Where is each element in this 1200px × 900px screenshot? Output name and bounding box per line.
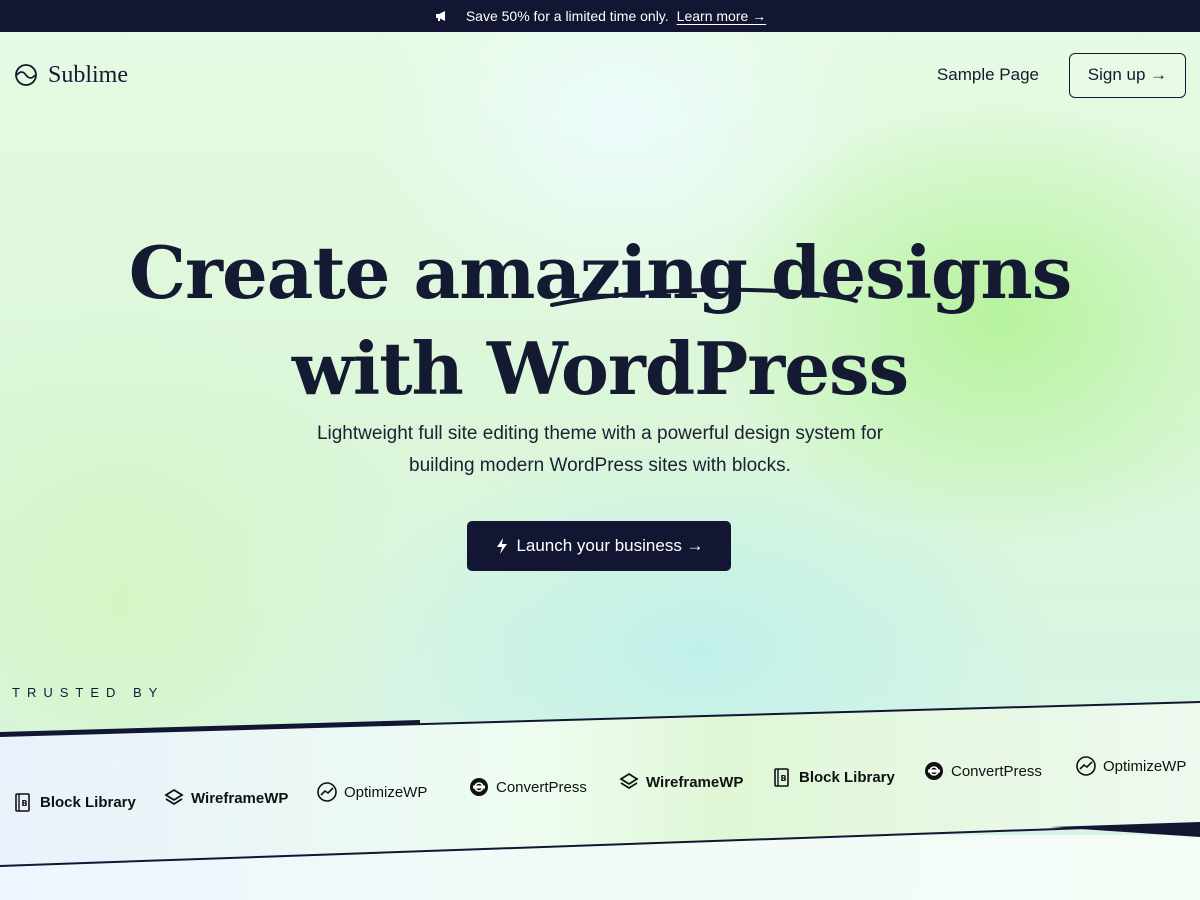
layers-icon	[618, 771, 640, 793]
lightning-icon	[494, 537, 510, 555]
megaphone-icon	[434, 8, 450, 24]
logo-label: WireframeWP	[646, 773, 744, 791]
underline-scribble	[550, 287, 858, 307]
convert-icon	[468, 776, 490, 798]
svg-text:B: B	[781, 774, 787, 783]
book-icon: B	[12, 791, 34, 813]
brand-name: Sublime	[48, 61, 129, 88]
logo-label: OptimizeWP	[344, 783, 428, 801]
logo-list: B Block Library WireframeWP OptimizeWP C…	[0, 690, 1200, 880]
logo-block-library: B Block Library	[771, 766, 895, 788]
logo-label: OptimizeWP	[1103, 757, 1187, 775]
logo-label: Block Library	[799, 768, 895, 786]
hero-subtitle: Lightweight full site editing theme with…	[280, 418, 920, 482]
logo-optimizewp: OptimizeWP	[316, 781, 427, 803]
logo-band: B Block Library WireframeWP OptimizeWP C…	[0, 690, 1200, 880]
hero-title: Create amazing designs with WordPress	[0, 225, 1200, 417]
launch-business-label: Launch your business →	[516, 536, 704, 555]
layers-icon	[163, 787, 185, 809]
svg-text:B: B	[22, 799, 28, 808]
logo-label: ConvertPress	[951, 762, 1042, 780]
logo-label: ConvertPress	[496, 778, 587, 796]
trend-icon	[1075, 755, 1097, 777]
hero-title-line-2: with WordPress	[291, 326, 909, 411]
logo-convertpress: ConvertPress	[468, 776, 587, 798]
logo-convertpress: ConvertPress	[923, 760, 1042, 782]
logo-label: WireframeWP	[191, 789, 289, 807]
nav-sample-page[interactable]: Sample Page	[937, 65, 1039, 85]
wave-circle-icon	[14, 63, 38, 87]
hero-subtitle-line-2: building modern WordPress sites with blo…	[409, 455, 791, 476]
book-icon: B	[771, 766, 793, 788]
logo-label: Block Library	[40, 793, 136, 811]
hero-subtitle-line-1: Lightweight full site editing theme with…	[316, 423, 884, 444]
logo-block-library: B Block Library	[12, 791, 136, 813]
learn-more-link[interactable]: Learn more →	[677, 8, 766, 24]
site-header: Sublime Sample Page Sign up →	[0, 32, 1200, 118]
trend-icon	[316, 781, 338, 803]
announcement-text: Save 50% for a limited time only.	[465, 8, 669, 24]
logo-optimizewp: OptimizeWP	[1075, 755, 1186, 777]
launch-business-button[interactable]: Launch your business →	[467, 521, 731, 571]
logo-wireframewp: WireframeWP	[618, 771, 743, 793]
brand[interactable]: Sublime	[14, 62, 128, 89]
announcement-bar: Save 50% for a limited time only. Learn …	[0, 0, 1200, 32]
signup-button[interactable]: Sign up →	[1069, 52, 1186, 98]
main-nav: Sample Page Sign up →	[937, 52, 1186, 98]
convert-icon	[923, 760, 945, 782]
logo-wireframewp: WireframeWP	[163, 787, 288, 809]
